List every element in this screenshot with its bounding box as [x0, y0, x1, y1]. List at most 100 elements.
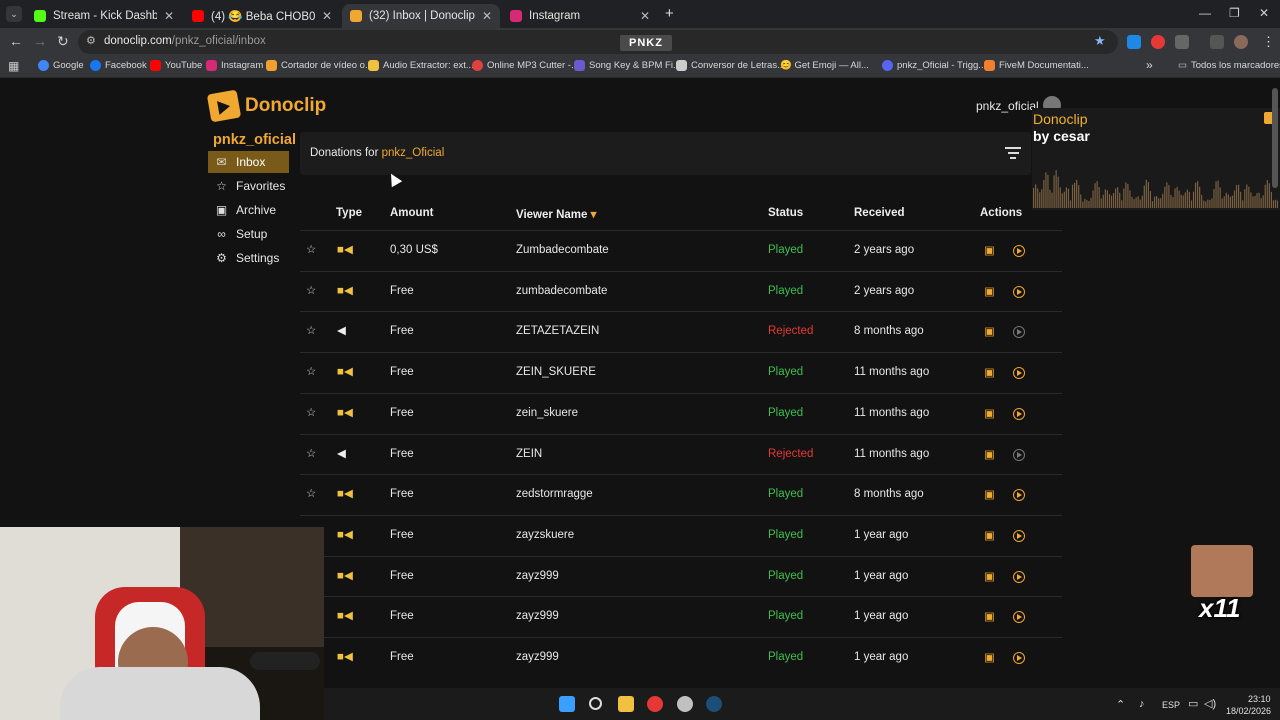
new-tab-button[interactable]: +: [665, 5, 674, 22]
tab-kick-dashboard[interactable]: Stream - Kick Dashboard ✕: [26, 4, 182, 28]
bookmark-item[interactable]: pnkz_Oficial - Trigg...: [882, 60, 986, 71]
bookmark-item[interactable]: Instagram: [206, 60, 263, 71]
sidebar-item-inbox[interactable]: ✉ Inbox: [208, 151, 289, 173]
table-row[interactable]: ☆ ■◀ Free zein_skuere Played 11 months ago ▣: [300, 392, 1062, 433]
network-icon[interactable]: ▭: [1188, 697, 1198, 710]
volume-icon[interactable]: ◁): [1204, 697, 1216, 710]
close-tab-icon[interactable]: ✕: [640, 9, 650, 23]
back-icon[interactable]: ←: [9, 33, 23, 49]
account-username[interactable]: pnkz_oficial: [976, 99, 1039, 113]
play-action-icon[interactable]: [1013, 529, 1025, 542]
bookmark-item[interactable]: Audio Extractor: ext...: [368, 60, 474, 71]
table-row[interactable]: ☆ ■◀ 0,30 US$ Zumbadecombate Played 2 years a…: [300, 230, 1062, 270]
file-explorer-icon[interactable]: [618, 696, 634, 712]
clock-time[interactable]: 23:10: [1248, 694, 1271, 704]
col-amount-header[interactable]: Amount: [390, 207, 433, 219]
table-row[interactable]: ☆ ◀ Free ZEIN Rejected 11 months ago ▣: [300, 433, 1062, 474]
bookmark-item[interactable]: Facebook: [90, 60, 147, 71]
puzzle-icon[interactable]: [1175, 35, 1189, 49]
col-status-header[interactable]: Status: [768, 207, 803, 219]
bookmark-item[interactable]: Conversor de Letras...: [676, 60, 785, 71]
table-row[interactable]: ■◀ Free zayz999 Played 1 year ago ▣: [300, 596, 1062, 636]
tab-instagram[interactable]: Instagram ✕: [502, 4, 658, 28]
archive-action-icon[interactable]: ▣: [984, 650, 995, 664]
bookmark-item[interactable]: YouTube: [150, 60, 202, 71]
minimize-icon[interactable]: —: [1199, 6, 1211, 20]
microphone-icon[interactable]: ♪: [1139, 698, 1145, 710]
col-received-header[interactable]: Received: [854, 207, 905, 219]
play-action-icon[interactable]: [1013, 652, 1025, 664]
table-row[interactable]: ☆ ■◀ Free zedstormragge Played 8 months ago ▣: [300, 474, 1062, 514]
archive-action-icon[interactable]: ▣: [984, 569, 995, 583]
sidebar-item-settings[interactable]: ⚙ Settings: [208, 247, 289, 269]
table-row[interactable]: ■◀ Free zayz999 Played 1 year ago ▣: [300, 555, 1062, 596]
bookmark-item[interactable]: Cortador de vídeo o...: [266, 60, 373, 71]
search-icon[interactable]: [589, 697, 602, 710]
reload-icon[interactable]: ↻: [57, 33, 69, 50]
close-window-icon[interactable]: ✕: [1259, 6, 1269, 20]
extension-icon[interactable]: [1127, 35, 1141, 49]
col-viewer-header[interactable]: Viewer Name ▾: [516, 207, 596, 221]
play-action-icon[interactable]: [1013, 285, 1025, 298]
site-info-icon[interactable]: ⚙: [86, 34, 96, 47]
bookmark-item[interactable]: FiveM Documentati...: [984, 60, 1089, 71]
address-bar[interactable]: ⚙ donoclip.com/pnkz_oficial/inbox PNKZ ★: [78, 30, 1118, 54]
bookmark-star-icon[interactable]: ★: [1094, 33, 1106, 49]
table-row[interactable]: ☆ ■◀ Free zumbadecombate Played 2 years ago ▣: [300, 270, 1062, 311]
bookmark-item[interactable]: Online MP3 Cutter -...: [472, 60, 579, 71]
language-indicator[interactable]: ESP: [1162, 700, 1180, 710]
archive-action-icon[interactable]: ▣: [984, 365, 995, 379]
tab-search-button[interactable]: ⌄: [6, 6, 22, 22]
archive-action-icon[interactable]: ▣: [984, 447, 995, 461]
sidebar-item-setup[interactable]: ∞ Setup: [208, 223, 289, 245]
play-action-icon[interactable]: [1013, 448, 1025, 461]
archive-action-icon[interactable]: ▣: [984, 243, 995, 257]
favorite-star-icon[interactable]: ☆: [306, 486, 316, 500]
bookmark-item[interactable]: 😊 Get Emoji — All...: [780, 60, 869, 71]
sidebar-item-favorites[interactable]: ☆ Favorites: [208, 175, 289, 197]
chrome-icon[interactable]: [647, 696, 663, 712]
close-tab-icon[interactable]: ✕: [482, 9, 492, 23]
all-bookmarks[interactable]: ▭ Todos los marcadores: [1178, 60, 1280, 71]
archive-action-icon[interactable]: ▣: [984, 487, 995, 501]
tray-chevron-icon[interactable]: ⌃: [1116, 698, 1125, 711]
archive-action-icon[interactable]: ▣: [984, 528, 995, 542]
close-tab-icon[interactable]: ✕: [322, 9, 332, 23]
more-bookmarks-icon[interactable]: »: [1146, 58, 1153, 72]
restore-icon[interactable]: ❐: [1229, 6, 1240, 20]
profile-avatar[interactable]: [1234, 35, 1248, 49]
table-row[interactable]: ☆ ■◀ Free ZEIN_SKUERE Played 11 months ago ▣: [300, 352, 1062, 392]
page-scrollbar[interactable]: [1272, 82, 1278, 682]
windows-start-icon[interactable]: [559, 696, 575, 712]
col-type-header[interactable]: Type: [336, 207, 362, 219]
apps-icon[interactable]: ▦: [8, 59, 19, 73]
favorite-star-icon[interactable]: ☆: [306, 446, 316, 460]
favorite-star-icon[interactable]: ☆: [306, 283, 316, 297]
bookmark-item[interactable]: Google: [38, 60, 84, 71]
bookmark-item[interactable]: Song Key & BPM Fi...: [574, 60, 681, 71]
play-action-icon[interactable]: [1013, 611, 1025, 624]
play-action-icon[interactable]: [1013, 326, 1025, 339]
tab-donoclip-inbox[interactable]: (32) Inbox | Donoclip ✕: [342, 4, 500, 28]
filter-icon[interactable]: [1005, 147, 1021, 162]
media-control-icon[interactable]: [1210, 35, 1224, 49]
table-row[interactable]: ■◀ Free zayzskuere Played 1 year ago ▣: [300, 514, 1062, 555]
favorite-star-icon[interactable]: ☆: [306, 242, 316, 256]
table-row[interactable]: ■◀ Free zayz999 Played 1 year ago ▣: [300, 637, 1062, 677]
favorite-star-icon[interactable]: ☆: [306, 323, 316, 337]
steam-icon[interactable]: [706, 696, 722, 712]
extension-icon[interactable]: [1151, 35, 1165, 49]
play-action-icon[interactable]: [1013, 407, 1025, 420]
archive-action-icon[interactable]: ▣: [984, 324, 995, 338]
play-action-icon[interactable]: [1013, 367, 1025, 380]
archive-action-icon[interactable]: ▣: [984, 406, 995, 420]
tab-youtube[interactable]: (4) 😂 Beba CHOB0RR4 RUEGA ✕: [184, 4, 340, 28]
forward-icon[interactable]: →: [33, 33, 47, 49]
app-icon[interactable]: [677, 696, 693, 712]
archive-action-icon[interactable]: ▣: [984, 609, 995, 623]
favorite-star-icon[interactable]: ☆: [306, 405, 316, 419]
menu-icon[interactable]: ⋮: [1262, 34, 1275, 50]
table-row[interactable]: ☆ ◀ Free ZETAZETAZEIN Rejected 8 months ago ▣: [300, 311, 1062, 351]
play-action-icon[interactable]: [1013, 245, 1025, 257]
donoclip-logo[interactable]: Donoclip: [206, 89, 326, 123]
